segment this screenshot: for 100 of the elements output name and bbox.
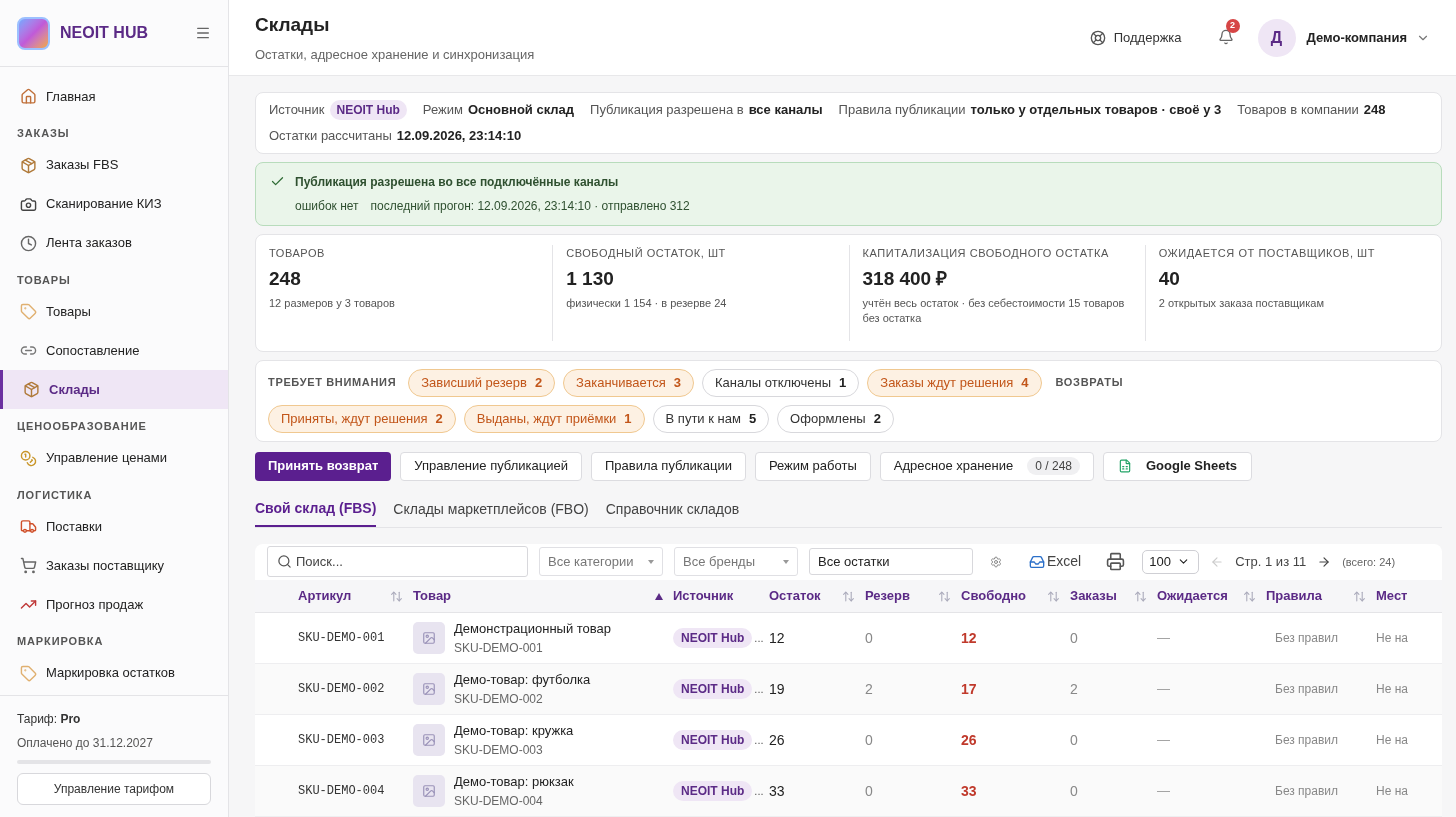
alert-details: последний прогон: 12.09.2026, 23:14:10 · отправлено 312 [370, 197, 690, 215]
stock-cell-text: 26 [769, 730, 786, 750]
info-label: Остатки рассчитаны [269, 127, 392, 145]
column-header[interactable]: Артикул [255, 586, 413, 606]
nav-item[interactable]: Главная [0, 77, 228, 116]
filter-chip[interactable]: Приняты, ждут решения 2 [268, 404, 456, 433]
filter-chip[interactable]: Зависший резерв 2 [408, 368, 556, 397]
menu-icon[interactable] [195, 25, 211, 41]
place-cell-text: Не на [1376, 681, 1409, 698]
filter-chip[interactable]: Каналы отключены 1 [702, 368, 860, 397]
image-placeholder-icon [422, 784, 436, 798]
company-name[interactable]: Демо-компания [1306, 27, 1407, 48]
excel-button[interactable]: Excel [1029, 551, 1082, 573]
sort-ascending-icon[interactable] [655, 592, 663, 600]
avatar[interactable]: Д [1257, 18, 1296, 57]
chip-count: 2 [435, 409, 443, 428]
filter-chip[interactable]: Выданы, ждут приёмки 1 [463, 404, 645, 433]
image-placeholder-icon [422, 631, 436, 645]
chip-count: 2 [873, 409, 881, 428]
filter-chip[interactable]: Заказы ждут решения 4 [867, 368, 1042, 397]
nav-item[interactable]: Поставки [0, 507, 228, 546]
filter-chip[interactable]: Оформлены 2 [777, 404, 894, 433]
category-select[interactable]: Все категории [539, 547, 663, 577]
tab[interactable]: Справочник складов [605, 492, 740, 527]
tab[interactable]: Свой склад (FBS) [255, 492, 377, 527]
column-header[interactable]: Остаток [769, 586, 865, 606]
sku-cell-text: SKU-DEMO-003 [297, 732, 386, 749]
sort-icon[interactable] [1047, 589, 1060, 603]
nav-item[interactable]: Маркировка остатков [0, 653, 228, 693]
counter-badge: 0 / 248 [1027, 457, 1080, 475]
nav-item[interactable]: Сопоставление [0, 331, 228, 370]
info-value: 248 [1363, 101, 1386, 120]
stock-cell-text: 19 [769, 679, 786, 699]
chip-count: 1 [624, 409, 632, 428]
support-link[interactable]: Поддержка [1089, 27, 1182, 48]
column-header[interactable]: Свободно [961, 586, 1070, 606]
sort-icon[interactable] [938, 589, 951, 603]
settings-icon[interactable] [990, 555, 1002, 568]
nav-item[interactable]: Управление ценами [0, 438, 228, 478]
column-header[interactable]: Правила [1266, 586, 1376, 606]
total-count: (всего: 24) [1342, 554, 1396, 570]
printer-icon[interactable] [1106, 552, 1126, 572]
sort-icon[interactable] [842, 589, 855, 603]
reserve-cell-text: 0 [865, 730, 874, 750]
action-button[interactable]: Правила публикации [590, 451, 746, 481]
sheets-button[interactable]: Google Sheets [1103, 451, 1252, 481]
next-page-icon[interactable] [1317, 554, 1332, 569]
place-cell-text: Не на [1376, 630, 1409, 647]
cart-icon [20, 557, 37, 574]
stock-filter-field[interactable]: Все остатки [809, 548, 973, 576]
nav-item[interactable]: Лента заказов [0, 223, 228, 263]
product-name: Демо-товар: кружка [454, 722, 574, 741]
sort-icon[interactable] [1353, 589, 1366, 603]
brand-select[interactable]: Все бренды [674, 547, 798, 577]
nav-item[interactable]: Заказы поставщику [0, 546, 228, 585]
nav-item[interactable]: Заказы FBS [0, 145, 228, 185]
page-indicator: Стр. 1 из 11 [1235, 553, 1307, 571]
free-cell-text: 17 [961, 679, 978, 699]
notifications-bell-icon[interactable] [1217, 28, 1234, 45]
chip-label: Каналы отключены [715, 373, 832, 392]
nav-item[interactable]: Сканирование КИЗ [0, 184, 228, 224]
search-field[interactable]: Поиск... [267, 546, 528, 578]
column-header[interactable]: Источник [673, 586, 769, 606]
source-badge: NEOIT Hub [673, 781, 753, 801]
column-header[interactable]: Резерв [865, 586, 961, 606]
stat-label: СВОБОДНЫЙ ОСТАТОК, ШТ [566, 245, 727, 261]
nav-item[interactable]: Склады [0, 370, 228, 409]
chip-label: Оформлены [790, 409, 866, 428]
column-header[interactable]: Заказы [1070, 586, 1157, 606]
action-button[interactable]: Адресное хранение 0 / 248 [879, 451, 1094, 481]
chip-label: Выданы, ждут приёмки [476, 409, 617, 428]
column-header[interactable]: Товар [413, 586, 673, 606]
reserve-cell-text: 2 [865, 679, 874, 699]
primary-button[interactable]: Принять возврат [255, 451, 392, 481]
stat-value: 1 130 [566, 266, 615, 291]
chip-label: Приняты, ждут решения [281, 409, 428, 428]
filter-chip[interactable]: Заканчивается 3 [563, 368, 694, 397]
sort-icon[interactable] [390, 589, 403, 603]
sku-cell-text: SKU-DEMO-001 [297, 630, 386, 647]
info-label: Публикация разрешена в [590, 101, 744, 120]
sort-icon[interactable] [1134, 589, 1147, 603]
stat-label: ОЖИДАЕТСЯ ОТ ПОСТАВЩИКОВ, ШТ [1158, 245, 1377, 261]
chip-label: Зависший резерв [421, 373, 527, 392]
page-size-select[interactable]: 100 [1142, 549, 1200, 574]
nav-item[interactable]: Товары [0, 292, 228, 331]
nav-item[interactable]: Прогноз продаж [0, 585, 228, 624]
manage-plan-button[interactable]: Управление тарифом [17, 773, 211, 805]
previous-page-icon[interactable] [1210, 554, 1225, 569]
stat-value: 40 [1158, 266, 1181, 291]
action-button[interactable]: Управление публикацией [400, 451, 582, 481]
rules-cell-text: Без правил [1274, 732, 1340, 749]
action-button[interactable]: Режим работы [754, 451, 871, 481]
filter-chip[interactable]: В пути к нам 5 [652, 404, 770, 433]
place-cell-text: Не на [1376, 732, 1409, 749]
column-header[interactable]: Мест [1376, 586, 1436, 606]
tab[interactable]: Склады маркетплейсов (FBO) [393, 492, 589, 527]
column-header[interactable]: Ожидается [1157, 586, 1266, 606]
orders-cell-text: 0 [1070, 628, 1079, 648]
sku-cell-text: SKU-DEMO-004 [297, 783, 386, 800]
sort-icon[interactable] [1243, 589, 1256, 603]
